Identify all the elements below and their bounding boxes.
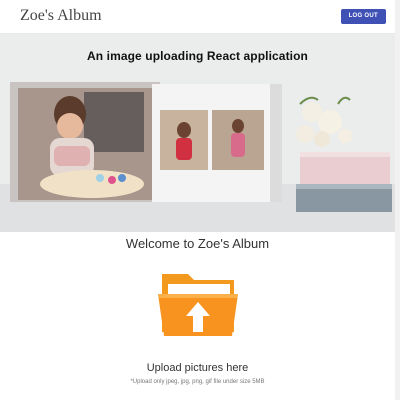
album-left-page — [10, 82, 160, 202]
brand-title[interactable]: Zoe's Album — [20, 7, 102, 25]
hero-banner: An image uploading React application — [0, 34, 395, 232]
upload-title: Upload pictures here — [146, 362, 249, 374]
folder-upload-icon[interactable] — [158, 268, 238, 340]
upload-hint: *Upload only jpeg, jpg, png, gif file un… — [130, 379, 265, 385]
welcome-heading: Welcome to Zoe's Album — [125, 236, 270, 251]
book-stack — [296, 152, 392, 212]
hero-caption: An image uploading React application — [87, 49, 308, 63]
navbar: Zoe's Album LOG OUT — [0, 0, 400, 34]
logout-button[interactable]: LOG OUT — [340, 9, 386, 24]
hero-photo-album-image — [0, 34, 395, 232]
scrollbar[interactable] — [395, 0, 400, 400]
album-right-page — [152, 84, 282, 202]
